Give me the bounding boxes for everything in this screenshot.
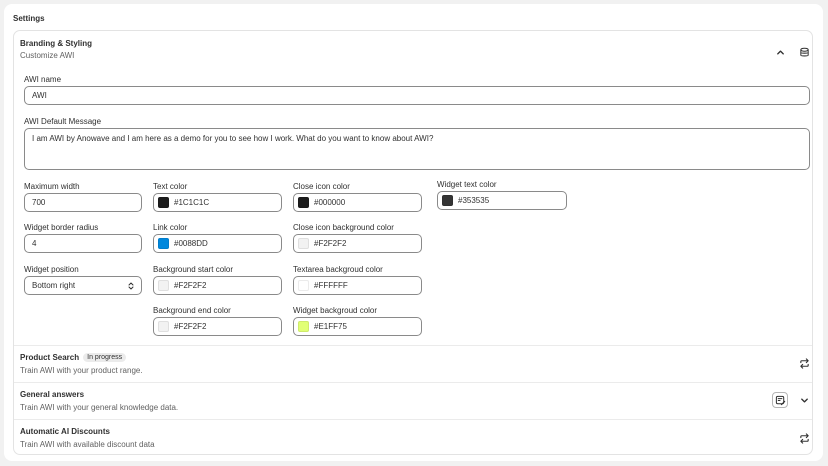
ai-discounts-title: Automatic AI Discounts bbox=[20, 427, 110, 436]
divider bbox=[14, 419, 812, 420]
sync-icon bbox=[799, 432, 809, 444]
bg-start-swatch[interactable] bbox=[158, 280, 169, 291]
link-color-swatch[interactable] bbox=[158, 238, 169, 249]
branding-title: Branding & Styling bbox=[20, 39, 92, 48]
database-icon bbox=[799, 47, 809, 56]
bg-start-input[interactable]: #F2F2F2 bbox=[153, 276, 282, 295]
settings-card: Settings Branding & Styling Customize AW… bbox=[4, 4, 823, 461]
widget-position-value: Bottom right bbox=[32, 281, 76, 290]
link-color-label: Link color bbox=[153, 223, 188, 232]
settings-panel: Branding & Styling Customize AWI AWI nam… bbox=[13, 30, 813, 455]
divider bbox=[14, 382, 812, 383]
text-color-swatch[interactable] bbox=[158, 197, 169, 208]
link-color-input[interactable]: #0088DD bbox=[153, 234, 282, 253]
collapse-button[interactable] bbox=[772, 44, 788, 60]
awi-name-label: AWI name bbox=[24, 75, 62, 84]
max-width-label: Maximum width bbox=[24, 182, 80, 191]
status-badge: In progress bbox=[83, 353, 127, 362]
close-icon-color-label: Close icon color bbox=[293, 182, 350, 191]
edit-list-icon bbox=[775, 395, 785, 405]
bg-start-value: #F2F2F2 bbox=[174, 281, 207, 290]
border-radius-input[interactable]: 4 bbox=[24, 234, 142, 253]
default-message-textarea[interactable]: I am AWI by Anowave and I am here as a d… bbox=[24, 128, 810, 170]
branding-header: Branding & Styling Customize AWI bbox=[20, 39, 92, 60]
awi-name-input[interactable]: AWI bbox=[24, 86, 810, 105]
divider bbox=[14, 345, 812, 346]
widget-bg-label: Widget backgroud color bbox=[293, 306, 378, 315]
widget-bg-value: #E1FF75 bbox=[314, 322, 347, 331]
widget-bg-swatch[interactable] bbox=[298, 321, 309, 332]
ai-discounts-subtitle: Train AWI with available discount data bbox=[20, 440, 155, 449]
border-radius-value: 4 bbox=[32, 239, 37, 248]
general-answers-expand-button[interactable] bbox=[796, 392, 812, 408]
widget-text-color-swatch[interactable] bbox=[442, 195, 453, 206]
widget-bg-input[interactable]: #E1FF75 bbox=[293, 317, 422, 336]
sync-icon bbox=[799, 357, 809, 369]
page-title: Settings bbox=[13, 14, 45, 23]
product-search-title-text: Product Search bbox=[20, 353, 80, 362]
widget-text-color-label: Widget text color bbox=[437, 180, 497, 189]
max-width-value: 700 bbox=[32, 198, 46, 207]
chevron-up-icon bbox=[776, 49, 784, 55]
default-message-value: I am AWI by Anowave and I am here as a d… bbox=[32, 134, 434, 143]
product-search-sync-button[interactable] bbox=[796, 355, 812, 371]
widget-text-color-input[interactable]: #353535 bbox=[437, 191, 567, 210]
database-button[interactable] bbox=[796, 44, 812, 60]
general-answers-subtitle: Train AWI with your general knowledge da… bbox=[20, 403, 179, 412]
branding-subtitle: Customize AWI bbox=[20, 51, 75, 60]
default-message-label: AWI Default Message bbox=[24, 117, 102, 126]
widget-position-label: Widget position bbox=[24, 265, 79, 274]
link-color-value: #0088DD bbox=[174, 239, 208, 248]
bg-end-input[interactable]: #F2F2F2 bbox=[153, 317, 282, 336]
chevron-down-icon bbox=[800, 397, 808, 403]
textarea-bg-swatch[interactable] bbox=[298, 280, 309, 291]
select-chevron-icon bbox=[128, 282, 134, 290]
widget-position-select[interactable]: Bottom right bbox=[24, 276, 142, 295]
close-icon-bg-swatch[interactable] bbox=[298, 238, 309, 249]
bg-end-swatch[interactable] bbox=[158, 321, 169, 332]
textarea-bg-input[interactable]: #FFFFFF bbox=[293, 276, 422, 295]
bg-end-label: Background end color bbox=[153, 306, 231, 315]
bg-start-label: Background start color bbox=[153, 265, 234, 274]
text-color-label: Text color bbox=[153, 182, 188, 191]
max-width-input[interactable]: 700 bbox=[24, 193, 142, 212]
bg-end-value: #F2F2F2 bbox=[174, 322, 207, 331]
text-color-input[interactable]: #1C1C1C bbox=[153, 193, 282, 212]
ai-discounts-sync-button[interactable] bbox=[796, 430, 812, 446]
textarea-bg-value: #FFFFFF bbox=[314, 281, 348, 290]
general-answers-title: General answers bbox=[20, 390, 85, 399]
product-search-title: Product Search In progress bbox=[20, 353, 127, 362]
close-icon-bg-value: #F2F2F2 bbox=[314, 239, 347, 248]
close-icon-bg-label: Close icon background color bbox=[293, 223, 394, 232]
border-radius-label: Widget border radius bbox=[24, 223, 99, 232]
close-icon-color-input[interactable]: #000000 bbox=[293, 193, 422, 212]
general-answers-edit-button[interactable] bbox=[772, 392, 788, 408]
textarea-bg-label: Textarea backgroud color bbox=[293, 265, 383, 274]
close-icon-color-value: #000000 bbox=[314, 198, 346, 207]
product-search-subtitle: Train AWI with your product range. bbox=[20, 366, 143, 375]
close-icon-color-swatch[interactable] bbox=[298, 197, 309, 208]
widget-text-color-value: #353535 bbox=[458, 196, 490, 205]
close-icon-bg-input[interactable]: #F2F2F2 bbox=[293, 234, 422, 253]
awi-name-value: AWI bbox=[32, 91, 47, 100]
text-color-value: #1C1C1C bbox=[174, 198, 210, 207]
